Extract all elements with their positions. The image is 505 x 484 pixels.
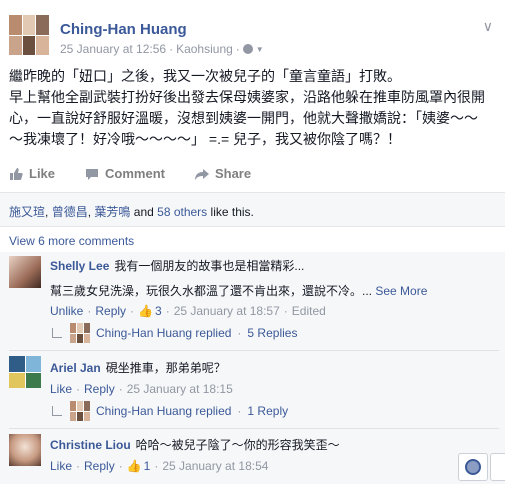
liker-name[interactable]: 施又瑄 — [9, 205, 45, 219]
replies-summary[interactable]: Ching-Han Huang replied · 5 Replies — [52, 323, 297, 343]
globe-icon — [465, 459, 481, 475]
comment-text: Shelly Lee 我有一個朋友的故事也是相當精彩... — [50, 258, 304, 274]
reply-arrow-icon — [52, 406, 62, 416]
comment-time[interactable]: 25 January at 18:54 — [162, 459, 268, 473]
likes-suffix: like this. — [210, 205, 254, 219]
unlike-button[interactable]: Unlike — [50, 304, 83, 318]
reply-count[interactable]: 5 Replies — [247, 326, 297, 340]
likes-separator: , — [45, 205, 49, 219]
separator: · — [118, 459, 123, 473]
post-actions: Like Comment Share — [9, 166, 281, 181]
comment-button[interactable]: Comment — [85, 166, 165, 181]
commenter-avatar[interactable] — [9, 434, 41, 466]
comment-body: 幫三歲女兒洗澡，玩很久水都溫了還不肯出來，還說不冷。... — [50, 284, 373, 298]
separator: · — [237, 326, 242, 340]
comment-likes[interactable]: 👍 1 — [127, 459, 151, 473]
globe-icon[interactable] — [242, 44, 253, 54]
commenter-name[interactable]: Ariel Jan — [50, 361, 101, 375]
comment-body: 哈哈～被兒子陰了～你的形容我笑歪～ — [135, 438, 340, 452]
post-date[interactable]: 25 January at 12:56 — [60, 42, 166, 56]
share-arrow-icon — [194, 168, 209, 180]
separator: · — [165, 304, 170, 318]
chevron-down-icon[interactable]: ∨ — [483, 18, 493, 35]
reply-button[interactable]: Reply — [84, 382, 115, 396]
separator: · — [76, 459, 81, 473]
reply-button[interactable]: Reply — [95, 304, 126, 318]
liker-name[interactable]: 曾德昌 — [52, 205, 88, 219]
post-meta: 25 January at 12:56 · Kaohsiung · ▼ — [60, 42, 264, 56]
comment-body: 硯坐推車，那弟弟呢？ — [105, 361, 226, 375]
meta-separator: · — [235, 42, 240, 56]
speech-bubble-icon — [86, 168, 99, 180]
comment-time[interactable]: 25 January at 18:15 — [127, 382, 233, 396]
comment-likes[interactable]: 👍 3 — [138, 304, 162, 318]
likes-summary: 施又瑄, 曾德昌, 葉芳鳴 and 58 others like this. — [0, 192, 505, 226]
sidebar-toggle-button[interactable] — [490, 453, 505, 481]
likes-others-link[interactable]: 58 others — [157, 205, 207, 219]
reply-count[interactable]: 1 Reply — [247, 404, 288, 418]
thumbs-up-icon: 👍 — [126, 459, 142, 473]
reply-arrow-icon — [52, 328, 62, 338]
like-button[interactable]: Like — [9, 166, 55, 181]
comment-actions: Like · Reply · 👍 1 · 25 January at 18:54 — [50, 459, 268, 473]
author-name[interactable]: Ching-Han Huang — [60, 21, 187, 38]
comment-divider — [9, 428, 499, 429]
post-body-line: ～我凍壞了！好冷哦～～～～」 =.= 兒子，我又被你陰了嗎？！ — [9, 131, 402, 147]
comment-label: Comment — [105, 166, 165, 181]
comment-time[interactable]: 25 January at 18:57 — [174, 304, 280, 318]
separator: · — [87, 304, 92, 318]
share-button[interactable]: Share — [194, 166, 252, 181]
separator: · — [283, 304, 288, 318]
reply-author[interactable]: Ching-Han Huang replied — [96, 404, 231, 418]
liker-name[interactable]: 葉芳鳴 — [94, 205, 130, 219]
see-more-link[interactable]: See More — [375, 284, 427, 298]
separator: · — [237, 404, 242, 418]
comment-actions: Like · Reply · 25 January at 18:15 — [50, 382, 233, 396]
meta-separator: · — [169, 42, 174, 56]
post-location[interactable]: Kaohsiung — [176, 42, 233, 56]
comment-actions: Unlike · Reply · 👍 3 · 25 January at 18:5… — [50, 304, 326, 318]
divider — [0, 226, 505, 227]
commenter-avatar[interactable] — [9, 356, 41, 388]
view-more-comments-link[interactable]: View 6 more comments — [9, 234, 134, 248]
comment-like-count: 3 — [155, 304, 162, 318]
facebook-post: Ching-Han Huang 25 January at 12:56 · Ka… — [0, 0, 505, 484]
like-label: Like — [29, 166, 56, 181]
like-button[interactable]: Like — [50, 382, 72, 396]
reply-author[interactable]: Ching-Han Huang replied — [96, 326, 231, 340]
separator: · — [154, 459, 159, 473]
thumbs-up-icon — [10, 167, 23, 180]
edited-label[interactable]: Edited — [292, 304, 326, 318]
comment-text: Christine Liou 哈哈～被兒子陰了～你的形容我笑歪～ — [50, 437, 340, 453]
comment-text: Ariel Jan 硯坐推車，那弟弟呢？ — [50, 360, 226, 376]
audience-caret-icon[interactable]: ▼ — [256, 45, 264, 54]
comment-body: 我有一個朋友的故事也是相當精彩... — [114, 259, 305, 273]
commenter-avatar[interactable] — [9, 256, 41, 288]
separator: · — [76, 382, 81, 396]
comment-divider — [9, 350, 499, 351]
chat-globe-icon[interactable] — [458, 453, 488, 481]
reply-avatar — [70, 401, 90, 421]
share-label: Share — [214, 166, 252, 181]
likes-separator: , — [87, 205, 92, 219]
reply-avatar — [70, 323, 90, 343]
like-button[interactable]: Like — [50, 459, 72, 473]
post-body: 繼昨晚的「妞口」之後，我又一次被兒子的「童言童語」打敗。 早上幫他全副武裝打扮好… — [9, 66, 489, 150]
reply-button[interactable]: Reply — [84, 459, 115, 473]
post-body-line: 心，一直說好舒服好溫暖，沒想到姨婆一開門，他就大聲撒嬌說：「姨婆～～ — [9, 110, 478, 126]
replies-summary[interactable]: Ching-Han Huang replied · 1 Reply — [52, 401, 288, 421]
likes-and: and — [133, 205, 154, 219]
comment-text-continued: 幫三歲女兒洗澡，玩很久水都溫了還不肯出來，還說不冷。... See More — [50, 283, 427, 299]
commenter-name[interactable]: Christine Liou — [50, 438, 131, 452]
author-avatar[interactable] — [9, 15, 49, 55]
commenter-name[interactable]: Shelly Lee — [50, 259, 109, 273]
separator: · — [118, 382, 123, 396]
comment-like-count: 1 — [143, 459, 151, 473]
post-body-line: 早上幫他全副武裝打扮好後出發去保母姨婆家，沿路他躲在推車防風罩內很開 — [9, 89, 485, 105]
thumbs-up-icon: 👍 — [138, 304, 153, 318]
separator: · — [130, 304, 135, 318]
post-body-line: 繼昨晚的「妞口」之後，我又一次被兒子的「童言童語」打敗。 — [9, 68, 401, 84]
